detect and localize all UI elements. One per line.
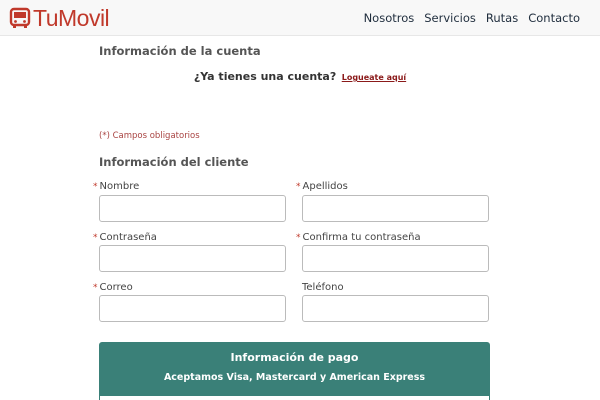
nav-item-rutas[interactable]: Rutas bbox=[486, 11, 518, 25]
bus-icon bbox=[9, 7, 31, 28]
nav-item-nosotros[interactable]: Nosotros bbox=[364, 11, 415, 25]
apellidos-field[interactable] bbox=[302, 195, 489, 222]
contrasena-label: * Contraseña bbox=[93, 232, 157, 243]
apellidos-label: * Apellidos bbox=[296, 181, 348, 192]
email-field[interactable] bbox=[99, 295, 286, 322]
password-field[interactable] bbox=[99, 245, 286, 272]
required-marker: * bbox=[93, 233, 98, 243]
navbar: TuMovil Nosotros Servicios Rutas Contact… bbox=[0, 0, 600, 36]
payment-panel-body bbox=[99, 396, 490, 400]
nav-links: Nosotros Servicios Rutas Contacto bbox=[364, 0, 580, 36]
nombre-field[interactable] bbox=[99, 195, 286, 222]
required-marker: * bbox=[296, 233, 301, 243]
nombre-label: * Nombre bbox=[93, 181, 140, 192]
nav-item-servicios[interactable]: Servicios bbox=[424, 11, 476, 25]
brand-logo[interactable]: TuMovil bbox=[8, 4, 110, 32]
payment-title: Información de pago bbox=[230, 351, 359, 364]
login-prompt: ¿Ya tienes una cuenta? Logueate aquí bbox=[0, 70, 600, 83]
login-question: ¿Ya tienes una cuenta? bbox=[193, 70, 337, 83]
client-section-title: Información del cliente bbox=[99, 155, 249, 169]
payment-subtitle: Aceptamos Visa, Mastercard y American Ex… bbox=[163, 372, 426, 383]
payment-panel: Información de pago Aceptamos Visa, Mast… bbox=[99, 342, 490, 400]
phone-field[interactable] bbox=[302, 295, 489, 322]
required-marker: * bbox=[296, 182, 301, 192]
brand-name: TuMovil bbox=[33, 5, 110, 31]
required-fields-note: (*) Campos obligatorios bbox=[99, 131, 200, 141]
confirma-label: * Confirma tu contraseña bbox=[296, 232, 421, 243]
nav-item-contacto[interactable]: Contacto bbox=[528, 11, 580, 25]
account-section-title: Información de la cuenta bbox=[99, 44, 261, 58]
confirm-password-field[interactable] bbox=[302, 245, 489, 272]
correo-label: * Correo bbox=[93, 282, 133, 293]
required-marker: * bbox=[93, 182, 98, 192]
login-link[interactable]: Logueate aquí bbox=[342, 73, 406, 82]
required-marker: * bbox=[93, 283, 98, 293]
telefono-label: Teléfono bbox=[302, 282, 344, 293]
